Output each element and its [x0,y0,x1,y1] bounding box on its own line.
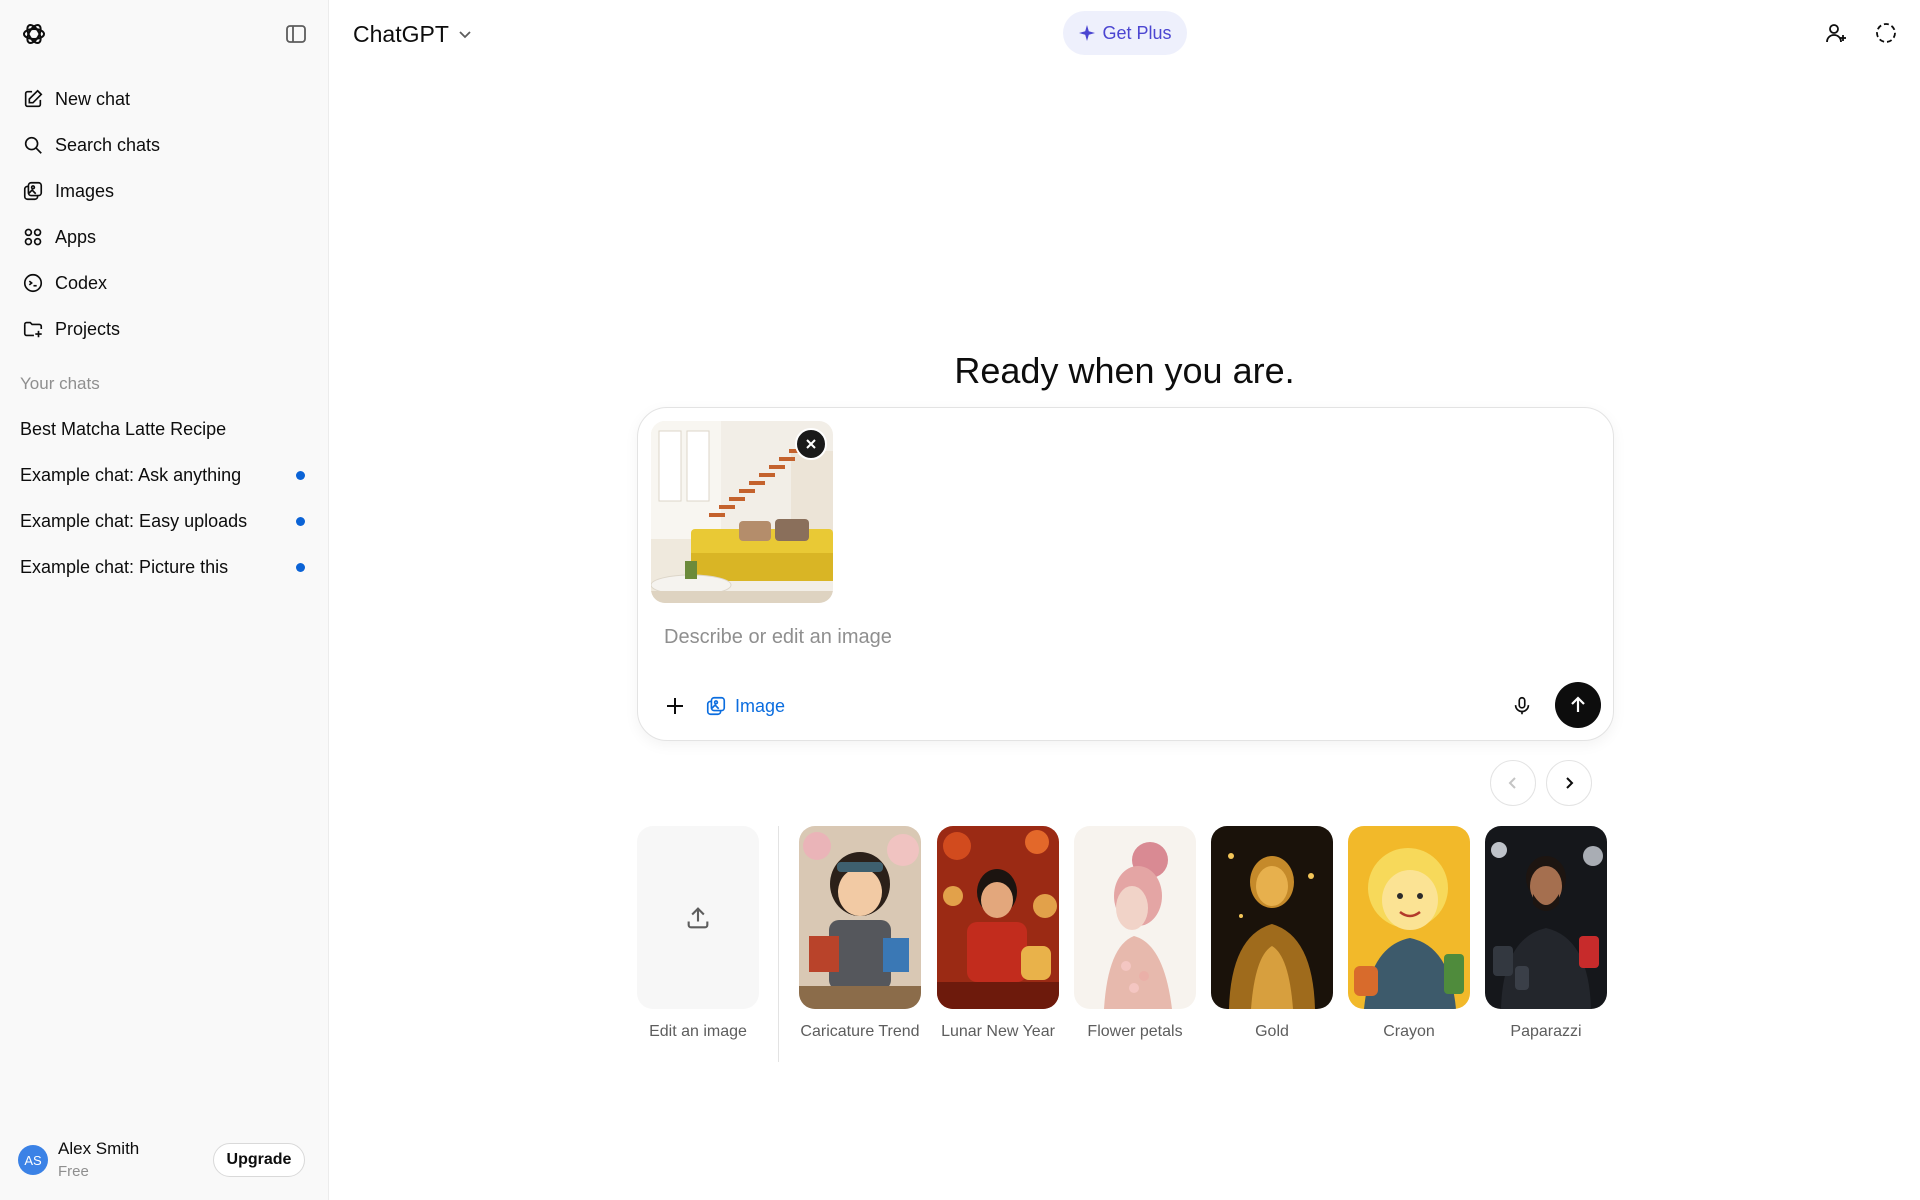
page-title: Ready when you are. [954,350,1295,391]
style-card-paparazzi[interactable]: Paparazzi [1485,826,1607,1042]
model-name: ChatGPT [353,20,449,47]
sidebar-item-new-chat[interactable]: New chat [10,76,320,122]
style-label: Flower petals [1087,1023,1183,1040]
avatar: AS [18,1145,48,1175]
get-plus-label: Get Plus [1102,22,1172,43]
carousel-next-button[interactable] [1546,760,1592,806]
style-card-edit-image[interactable]: Edit an image [637,826,759,1042]
images-icon [706,696,726,716]
unread-dot [296,563,305,572]
unread-dot [296,517,305,526]
upgrade-button[interactable]: Upgrade [213,1143,305,1177]
chat-title: Example chat: Easy uploads [20,510,248,531]
style-thumbnail [1074,826,1196,1009]
style-thumbnail [799,826,921,1009]
sidebar-item-label: New chat [55,88,131,109]
style-card-caricature-trend[interactable]: Caricature Trend [799,826,921,1042]
close-icon [806,439,816,449]
model-selector[interactable]: ChatGPT [353,17,473,51]
style-thumbnail [937,826,1059,1009]
chat-list-item[interactable]: Example chat: Picture this [10,544,320,590]
get-plus-button[interactable]: Get Plus [1063,11,1187,55]
sidebar-item-label: Projects [55,318,121,339]
plus-icon [667,698,683,714]
chat-list-item[interactable]: Best Matcha Latte Recipe [10,406,320,452]
chat-title: Example chat: Ask anything [20,464,242,485]
sidebar: New chat Search chats Images Apps Codex [0,0,329,1200]
openai-logo-icon[interactable] [20,20,48,48]
sidebar-item-label: Codex [55,272,108,293]
image-tool-chip[interactable]: Image [705,688,785,724]
account-menu[interactable]: AS Alex Smith Free Upgrade [0,1128,329,1190]
sidebar-toggle-icon[interactable] [284,22,308,46]
style-label: Paparazzi [1510,1023,1582,1040]
sidebar-item-label: Apps [55,226,97,247]
user-name: Alex Smith [58,1139,140,1158]
style-thumbnail [1211,826,1333,1009]
sidebar-item-images[interactable]: Images [10,168,320,214]
composer: Image [637,407,1614,741]
style-card-crayon[interactable]: Crayon [1348,826,1470,1042]
unread-dot [296,471,305,480]
microphone-icon [1514,696,1530,715]
codex-icon [21,271,45,295]
chat-title: Example chat: Picture this [20,556,229,577]
chevron-down-icon [459,31,471,39]
attach-button[interactable] [657,688,693,724]
sidebar-item-apps[interactable]: Apps [10,214,320,260]
sidebar-item-label: Search chats [55,134,161,155]
send-button[interactable] [1555,682,1601,728]
apps-icon [21,225,45,249]
chat-list: Best Matcha Latte Recipe Example chat: A… [10,406,320,590]
add-person-icon[interactable] [1822,19,1850,47]
arrow-up-icon [1571,696,1585,712]
sidebar-item-projects[interactable]: Projects [10,306,320,352]
style-thumbnail [1348,826,1470,1009]
chat-list-item[interactable]: Example chat: Ask anything [10,452,320,498]
images-icon [21,179,45,203]
sidebar-item-label: Images [55,180,115,201]
chevron-right-icon [1566,777,1574,789]
image-style-carousel: Edit an image Caricature Trend Lunar New… [637,826,1617,1066]
user-plan: Free [58,1163,89,1180]
divider [778,826,779,1062]
style-card-flower-petals[interactable]: Flower petals [1074,826,1196,1042]
chat-title: Best Matcha Latte Recipe [20,418,227,439]
style-label: Caricature Trend [800,1023,920,1040]
search-icon [21,133,45,157]
new-chat-icon [21,87,45,111]
dictate-button[interactable] [1504,688,1540,724]
style-card-gold[interactable]: Gold [1211,826,1333,1042]
style-label: Gold [1255,1023,1289,1040]
sidebar-nav: New chat Search chats Images Apps Codex [10,76,320,352]
upload-icon [687,906,709,928]
style-label: Crayon [1383,1023,1435,1040]
sidebar-item-search-chats[interactable]: Search chats [10,122,320,168]
style-label: Edit an image [649,1023,747,1040]
style-thumbnail [1485,826,1607,1009]
temporary-chat-icon[interactable] [1872,19,1900,47]
remove-image-button[interactable] [795,428,827,460]
prompt-input[interactable] [664,626,1564,649]
sparkle-icon [1079,25,1096,41]
image-tool-label: Image [735,695,786,716]
chat-list-item[interactable]: Example chat: Easy uploads [10,498,320,544]
carousel-prev-button[interactable] [1490,760,1536,806]
your-chats-heading: Your chats [20,374,100,393]
chevron-left-icon [1508,777,1516,789]
sidebar-item-codex[interactable]: Codex [10,260,320,306]
style-card-lunar-new-year[interactable]: Lunar New Year [937,826,1059,1042]
style-label: Lunar New Year [941,1023,1055,1040]
upload-tile [637,826,759,1009]
projects-icon [21,317,45,341]
